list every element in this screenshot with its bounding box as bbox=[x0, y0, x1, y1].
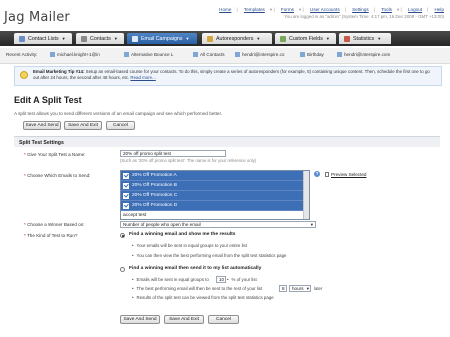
logged-in-status: You are logged in as "admin" (System Tim… bbox=[284, 14, 444, 19]
auto-send-hours-line: The best performing email will then be s… bbox=[132, 286, 263, 291]
option-show-results-title: Find a winning email and show me the res… bbox=[129, 232, 236, 237]
hours-unit-select[interactable]: hours ▾ bbox=[289, 285, 311, 292]
link-templates[interactable]: Templates bbox=[244, 7, 265, 12]
test-kind-label: * The Kind of Test to Run? bbox=[24, 233, 78, 238]
auto-send-percent-suffix: % of your list bbox=[227, 277, 257, 282]
auto-send-percent-line: Emails will be sent in equal groups to bbox=[132, 277, 209, 282]
recent-item[interactable]: hendri@interspire.com bbox=[337, 52, 390, 58]
marketing-tip: Email Marketing Tip #14: Setup an email-… bbox=[14, 66, 442, 86]
preview-icon bbox=[325, 172, 329, 178]
page-intro: A split test allows you to send differen… bbox=[14, 111, 223, 116]
section-title: Split Test Settings bbox=[14, 136, 440, 147]
tab-statistics[interactable]: Statistics ▼ bbox=[339, 33, 391, 44]
email-option[interactable]: 20% Off Promotion B bbox=[121, 181, 309, 191]
chevron-down-icon: ▾ bbox=[306, 286, 309, 291]
email-option[interactable]: 20% Off Promotion D bbox=[121, 201, 309, 211]
emails-listbox[interactable]: 20% Off Promotion A 20% Off Promotion B … bbox=[120, 170, 310, 220]
split-test-name-help: (Such as '20% off promo split test'. The… bbox=[120, 158, 257, 163]
percent-input[interactable]: 10 bbox=[216, 276, 226, 283]
winner-select[interactable]: Number of people who open the email ▾ bbox=[120, 221, 316, 228]
preview-selected-link[interactable]: Preview Selected bbox=[325, 172, 367, 178]
tab-custom-fields[interactable]: Custom Fields ▼ bbox=[275, 33, 336, 44]
recent-activity-bar: Recent Activity: michael.knight+1@in Alt… bbox=[0, 48, 450, 64]
save-and-send-button[interactable]: Save And Send bbox=[23, 121, 61, 130]
tab-contacts[interactable]: Contacts ▼ bbox=[76, 33, 124, 44]
chevron-down-icon: ▼ bbox=[377, 36, 382, 41]
chart-icon bbox=[344, 35, 350, 42]
tab-contact-lists[interactable]: Contact Lists ▼ bbox=[14, 33, 72, 44]
link-home[interactable]: Home bbox=[219, 7, 231, 12]
email-option[interactable]: 20% Off Promotion A bbox=[121, 171, 309, 181]
list-icon bbox=[19, 35, 25, 42]
split-test-name-input[interactable]: 20% off promo split test bbox=[120, 150, 226, 157]
link-settings[interactable]: Settings bbox=[352, 7, 369, 12]
save-and-exit-button-bottom[interactable]: Save And Exit bbox=[164, 315, 204, 324]
link-help[interactable]: Help bbox=[435, 7, 444, 12]
chevron-down-icon: ▼ bbox=[113, 36, 118, 41]
option-show-results-bullet: Your emails will be sent in equal groups… bbox=[132, 243, 247, 248]
tab-autoresponders[interactable]: Autoresponders ▼ bbox=[202, 33, 272, 44]
chevron-down-icon: ▼ bbox=[256, 36, 261, 41]
contacts-icon bbox=[81, 35, 87, 42]
recent-item[interactable]: michael.knight+1@in bbox=[50, 52, 100, 58]
help-icon[interactable]: ? bbox=[314, 171, 320, 177]
checkbox-checked[interactable] bbox=[123, 192, 129, 199]
top-links: Home | Templates ▾ | Forms ▾ | User Account… bbox=[219, 7, 444, 12]
link-forms[interactable]: Forms bbox=[281, 7, 294, 12]
link-logout[interactable]: Logout bbox=[408, 7, 422, 12]
tip-title: Email Marketing Tip #14: bbox=[33, 69, 85, 74]
cancel-button[interactable]: Cancel bbox=[106, 121, 135, 130]
lightbulb-icon bbox=[20, 71, 28, 79]
recent-item[interactable]: Alternative Bounce L bbox=[124, 52, 173, 58]
listbox-scrollbar[interactable] bbox=[303, 171, 309, 219]
tab-email-campaigns[interactable]: Email Campaigns ▼ bbox=[127, 33, 197, 44]
winner-label: * Choose a Winner Based on: bbox=[24, 222, 85, 227]
chevron-down-icon: ▾ bbox=[310, 222, 313, 227]
clock-icon bbox=[207, 35, 213, 42]
recent-item[interactable]: Birthday bbox=[300, 52, 324, 58]
link-user-accounts[interactable]: User Accounts bbox=[310, 7, 340, 12]
email-option[interactable]: 20% Off Promotion C bbox=[121, 191, 309, 201]
auto-send-results-line: Results of the split test can be viewed … bbox=[132, 295, 274, 300]
chevron-down-icon: ▼ bbox=[185, 36, 190, 41]
split-test-name-label: * Give Your Split Test a Name: bbox=[24, 152, 86, 157]
recent-activity-label: Recent Activity: bbox=[6, 52, 38, 57]
chevron-down-icon: ▼ bbox=[325, 36, 330, 41]
link-tools[interactable]: Tools bbox=[381, 7, 392, 12]
main-nav: Contact Lists ▼ Contacts ▼ Email Campaigns… bbox=[0, 31, 450, 46]
option-auto-send-radio[interactable] bbox=[120, 267, 125, 272]
option-auto-send-title: Find a winning email then send it to my … bbox=[129, 266, 262, 271]
recent-item[interactable]: All Contacts bbox=[193, 52, 225, 58]
app-logo: Jag Mailer bbox=[4, 10, 70, 25]
cancel-button-bottom[interactable]: Cancel bbox=[208, 315, 239, 324]
save-and-send-button-bottom[interactable]: Save And Send bbox=[120, 315, 160, 324]
email-option[interactable]: accept test bbox=[121, 211, 309, 219]
option-show-results-radio[interactable] bbox=[120, 233, 125, 238]
chevron-down-icon: ▼ bbox=[61, 36, 66, 41]
hours-later-text: later bbox=[314, 286, 323, 291]
read-more-link[interactable]: Read more... bbox=[130, 75, 155, 80]
emails-label: * Choose Which Emails to Send: bbox=[24, 173, 91, 178]
checkbox-checked[interactable] bbox=[123, 172, 129, 179]
fields-icon bbox=[280, 35, 286, 42]
envelope-icon bbox=[132, 35, 138, 42]
tip-text: Setup an email-based course for your con… bbox=[33, 69, 430, 80]
page-title: Edit A Split Test bbox=[14, 95, 82, 105]
checkbox-checked[interactable] bbox=[123, 202, 129, 209]
checkbox-checked[interactable] bbox=[123, 182, 129, 189]
option-show-results-bullet: You can then view the best performing em… bbox=[132, 253, 287, 258]
recent-item[interactable]: hendri@interspire.co bbox=[235, 52, 284, 58]
hours-input[interactable]: 8 bbox=[279, 285, 287, 292]
save-and-exit-button[interactable]: Save And Exit bbox=[64, 121, 102, 130]
